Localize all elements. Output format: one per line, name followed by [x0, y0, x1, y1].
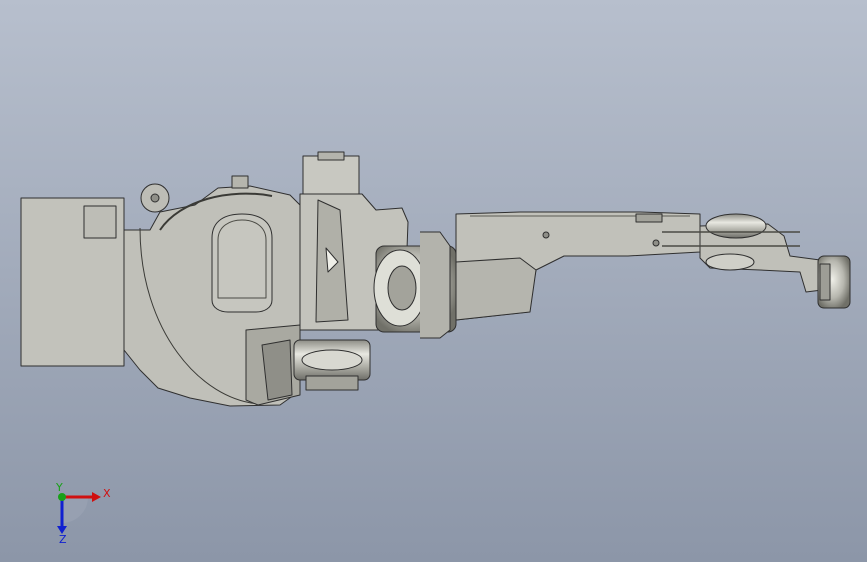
y-axis-point [58, 493, 66, 501]
triad-background-arc [62, 497, 88, 523]
cad-graphics-viewport[interactable]: X Y Z [0, 0, 867, 562]
orientation-triad: X Y Z [55, 481, 111, 546]
x-axis-arrow [92, 492, 101, 502]
z-axis-label: Z [59, 533, 67, 546]
y-axis-label: Y [55, 481, 63, 494]
x-axis-label: X [103, 487, 111, 500]
